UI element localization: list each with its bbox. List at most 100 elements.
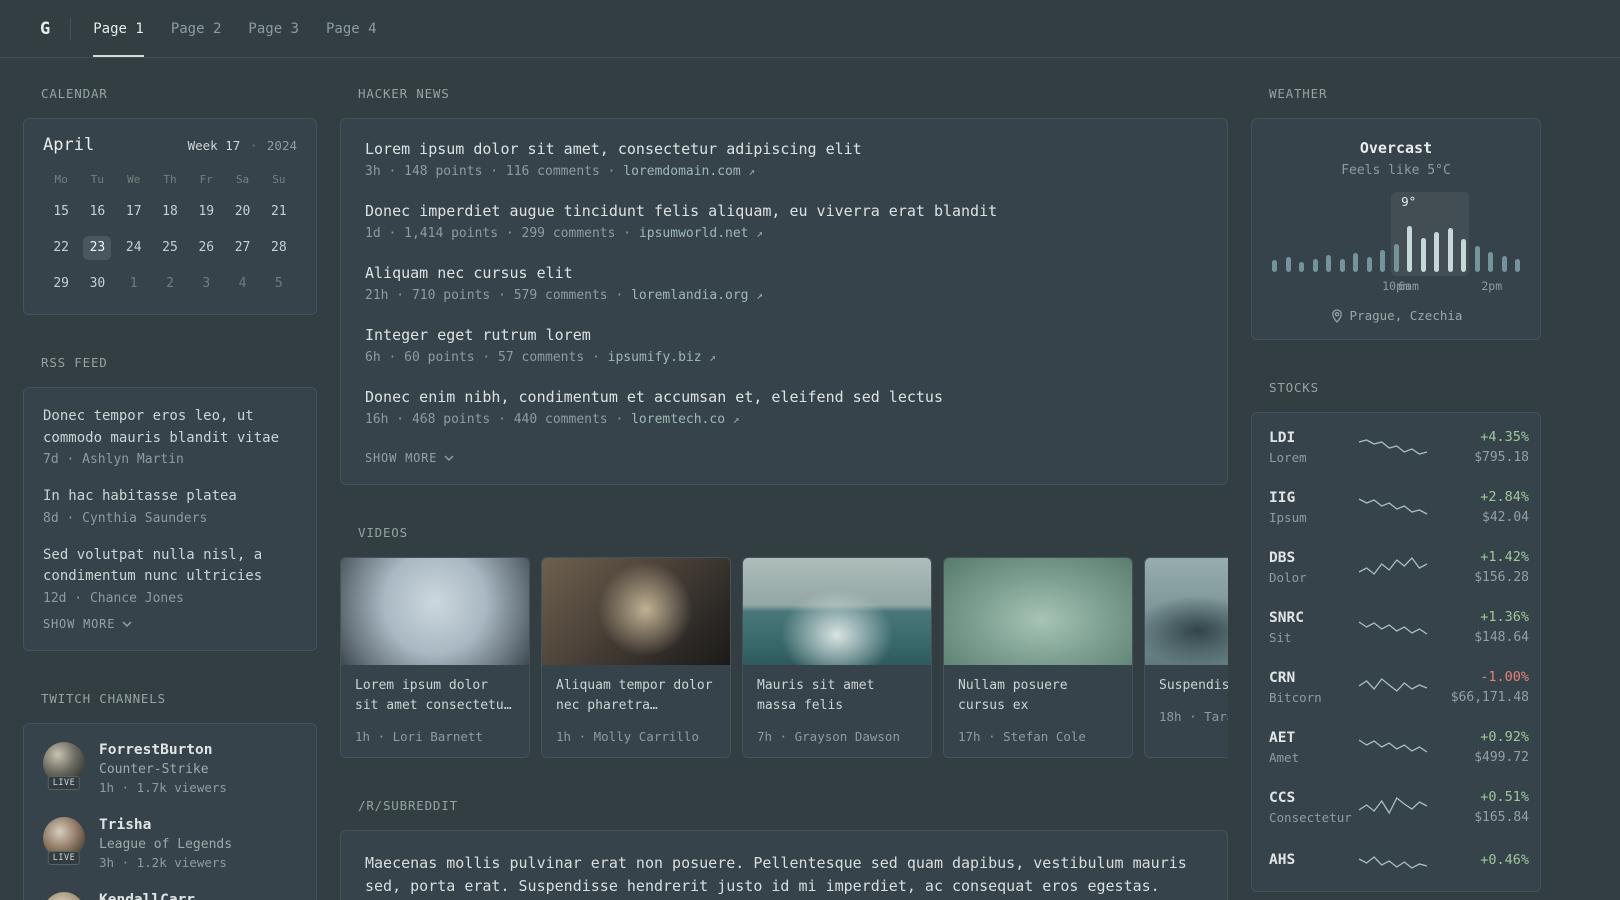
calendar-date[interactable]: 17 xyxy=(116,200,152,224)
video-card[interactable]: Nullam posuere cursus ex 17h · Stefan Co… xyxy=(943,557,1133,758)
stock-row[interactable]: CRN Bitcorn -1.00% $66,171.48 xyxy=(1269,657,1529,717)
channel-meta: 3h · 1.2k viewers xyxy=(99,854,227,870)
calendar-date[interactable]: 28 xyxy=(261,236,297,260)
video-thumbnail[interactable] xyxy=(743,558,931,665)
subreddit-section: /R/SUBREDDIT Maecenas mollis pulvinar er… xyxy=(340,798,1228,900)
calendar-date[interactable]: 15 xyxy=(43,200,79,224)
hn-item-title[interactable]: Integer eget rutrum lorem xyxy=(365,326,1203,344)
stock-row[interactable]: AET Amet +0.92% $499.72 xyxy=(1269,717,1529,777)
video-thumbnail[interactable] xyxy=(944,558,1132,665)
hn-item-domain-link[interactable]: loremdomain.com ↗ xyxy=(623,164,755,179)
channel-game: Counter-Strike xyxy=(99,761,209,777)
calendar-date[interactable]: 23 xyxy=(83,236,112,260)
video-card[interactable]: Suspendisse diam 18h · Tara xyxy=(1144,557,1228,758)
page-tab[interactable]: Page 2 xyxy=(171,0,222,57)
video-card[interactable]: Aliquam tempor dolor nec pharetra… 1h · … xyxy=(541,557,731,758)
channel-meta: 1h · 1.7k viewers xyxy=(99,779,227,795)
stock-change: +0.46% xyxy=(1480,851,1529,868)
calendar-date[interactable]: 16 xyxy=(79,200,115,224)
weather-bar xyxy=(1326,255,1331,272)
channel-name[interactable]: KendallCarr xyxy=(99,892,195,900)
video-title[interactable]: Lorem ipsum dolor sit amet consectetu… xyxy=(355,676,515,716)
calendar-date[interactable]: 18 xyxy=(152,200,188,224)
calendar-date[interactable]: 3 xyxy=(188,272,224,296)
channel-name[interactable]: ForrestBurton xyxy=(99,742,227,758)
external-link-icon: ↗ xyxy=(756,289,763,302)
hn-item-title[interactable]: Lorem ipsum dolor sit amet, consectetur … xyxy=(365,140,1203,158)
hn-item-title[interactable]: Aliquam nec cursus elit xyxy=(365,264,1203,282)
calendar-date[interactable]: 1 xyxy=(116,272,152,296)
video-card[interactable]: Mauris sit amet massa felis 7h · Grayson… xyxy=(742,557,932,758)
stock-change: +2.84% xyxy=(1480,489,1529,505)
calendar-date[interactable]: 30 xyxy=(79,272,115,296)
stock-row[interactable]: AHS +0.46% xyxy=(1269,837,1529,887)
hn-item-title[interactable]: Donec imperdiet augue tincidunt felis al… xyxy=(365,202,1203,220)
subreddit-post-title[interactable]: Maecenas mollis pulvinar erat non posuer… xyxy=(365,852,1203,898)
stock-row[interactable]: DBS Dolor +1.42% $156.28 xyxy=(1269,537,1529,597)
page-tab[interactable]: Page 1 xyxy=(93,0,144,57)
chevron-down-icon xyxy=(122,621,132,627)
stock-symbol: DBS xyxy=(1269,549,1296,566)
calendar-date[interactable]: 21 xyxy=(261,200,297,224)
calendar-date[interactable]: 25 xyxy=(152,236,188,260)
rss-item-title[interactable]: Sed volutpat nulla nisl, a condimentum n… xyxy=(43,545,297,588)
calendar-date[interactable]: 26 xyxy=(188,236,224,260)
twitch-channel[interactable]: LIVE Trisha League of Legends 3h · 1.2k … xyxy=(43,816,297,870)
stock-row[interactable]: LDI Lorem +4.35% $795.18 xyxy=(1269,417,1529,477)
calendar-date[interactable]: 5 xyxy=(261,272,297,296)
calendar-date[interactable]: 20 xyxy=(224,200,260,224)
subreddit-post: Maecenas mollis pulvinar erat non posuer… xyxy=(365,852,1203,900)
calendar-widget: April Week 17 · 2024 Mo Tu We Th Fr Sa Su 15 16… xyxy=(23,118,317,315)
calendar-date[interactable]: 2 xyxy=(152,272,188,296)
twitch-channel[interactable]: KendallCarr xyxy=(43,891,297,900)
video-title[interactable]: Suspendisse diam xyxy=(1159,676,1228,696)
twitch-channel[interactable]: LIVE ForrestBurton Counter-Strike 1h · 1… xyxy=(43,741,297,795)
hn-item-title[interactable]: Donec enim nibh, condimentum et accumsan… xyxy=(365,388,1203,406)
hn-item: Lorem ipsum dolor sit amet, consectetur … xyxy=(365,140,1203,179)
calendar-date[interactable]: 4 xyxy=(224,272,260,296)
section-title-videos: VIDEOS xyxy=(358,525,408,540)
calendar-date[interactable]: 29 xyxy=(43,272,79,296)
video-thumbnail[interactable] xyxy=(1145,558,1228,665)
stock-price: $795.18 xyxy=(1474,450,1529,465)
hn-item-domain-link[interactable]: ipsumify.biz ↗ xyxy=(608,350,716,365)
video-thumbnail[interactable] xyxy=(341,558,529,665)
hn-item-meta-text: 1d · 1,414 points · 299 comments · xyxy=(365,226,632,241)
hn-show-more-button[interactable]: SHOW MORE xyxy=(365,451,454,465)
weather-peak-temp: 9° xyxy=(1401,194,1417,209)
calendar-date[interactable]: 22 xyxy=(43,236,79,260)
stock-row[interactable]: SNRC Sit +1.36% $148.64 xyxy=(1269,597,1529,657)
page-tabs: Page 1 Page 2 Page 3 Page 4 xyxy=(93,0,377,57)
rss-widget: Donec tempor eros leo, ut commodo mauris… xyxy=(23,387,317,651)
avatar-wrap: LIVE xyxy=(43,816,85,865)
video-title[interactable]: Aliquam tempor dolor nec pharetra… xyxy=(556,676,716,716)
hn-item-domain-link[interactable]: loremlandia.org ↗ xyxy=(631,288,763,303)
rss-section: RSS FEED Donec tempor eros leo, ut commo… xyxy=(23,355,317,651)
rss-item: In hac habitasse platea 8d · Cynthia Sau… xyxy=(43,486,297,526)
video-title[interactable]: Nullam posuere cursus ex xyxy=(958,676,1118,716)
calendar-date[interactable]: 19 xyxy=(188,200,224,224)
app-logo[interactable]: G xyxy=(40,19,50,39)
rss-show-more-button[interactable]: SHOW MORE xyxy=(43,617,132,631)
weather-bar xyxy=(1366,257,1372,272)
stock-row[interactable]: IIG Ipsum +2.84% $42.04 xyxy=(1269,477,1529,537)
rss-item-title[interactable]: Donec tempor eros leo, ut commodo mauris… xyxy=(43,406,297,449)
page-tab[interactable]: Page 4 xyxy=(326,0,377,57)
calendar-date[interactable]: 24 xyxy=(116,236,152,260)
hn-item-domain-link[interactable]: ipsumworld.net ↗ xyxy=(639,226,763,241)
calendar-section: CALENDAR April Week 17 · 2024 Mo Tu We Th Fr… xyxy=(23,86,317,315)
stock-change: +4.35% xyxy=(1480,429,1529,445)
video-thumbnail[interactable] xyxy=(542,558,730,665)
stock-change: +0.92% xyxy=(1480,729,1529,745)
stock-price: $156.28 xyxy=(1474,570,1529,585)
stock-row[interactable]: CCS Consectetur +0.51% $165.84 xyxy=(1269,777,1529,837)
weather-bar xyxy=(1339,259,1345,272)
page-tab[interactable]: Page 3 xyxy=(248,0,299,57)
video-card[interactable]: Lorem ipsum dolor sit amet consectetu… 1… xyxy=(340,557,530,758)
calendar-date[interactable]: 27 xyxy=(224,236,260,260)
stock-sparkline xyxy=(1358,498,1428,515)
hn-item-domain-link[interactable]: loremtech.co ↗ xyxy=(631,412,739,427)
video-title[interactable]: Mauris sit amet massa felis xyxy=(757,676,917,716)
rss-item-title[interactable]: In hac habitasse platea xyxy=(43,486,297,508)
channel-name[interactable]: Trisha xyxy=(99,817,232,833)
